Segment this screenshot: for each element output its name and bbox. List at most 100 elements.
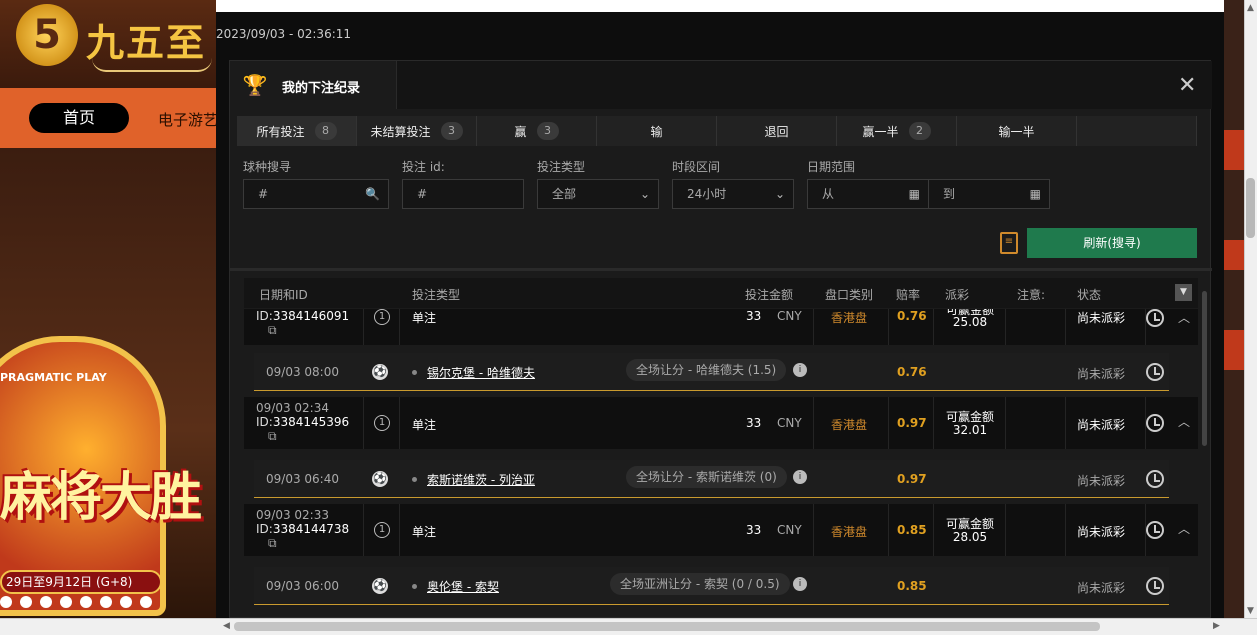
leg-selection: 全场让分 - 哈维德夫 (1.5): [626, 359, 787, 381]
bet-type-label: 投注类型: [537, 160, 586, 174]
page-vertical-scrollbar[interactable]: [1244, 0, 1257, 618]
clipboard-icon[interactable]: ≡: [1000, 232, 1018, 254]
bet-odds: 0.85: [897, 523, 927, 537]
bet-type-select[interactable]: 全部 ⌄: [537, 179, 659, 209]
leg-selection: 全场亚洲让分 - 索契 (0 / 0.5): [610, 573, 790, 595]
leg-selection: 全场让分 - 索斯诺维茨 (0): [626, 466, 787, 488]
search-icon[interactable]: 🔍: [365, 180, 380, 208]
col-date-id: 日期和ID: [259, 288, 308, 302]
date-from-placeholder: 从: [822, 187, 835, 201]
bet-id-input[interactable]: #: [402, 179, 524, 209]
leg-odds: 0.76: [897, 365, 927, 379]
table-row[interactable]: ID:3384146091 ⧉ 1 单注 33 CNY 香港盘 0.76 可赢金…: [244, 309, 1198, 345]
panel-title-tab: 🏆 我的下注纪录: [230, 61, 397, 109]
chevron-up-icon[interactable]: ︿: [1178, 309, 1190, 326]
bet-id-prefix: ID:: [256, 522, 273, 536]
tab-count-badge: 8: [314, 122, 337, 140]
table-row[interactable]: 09/03 02:33 ID:3384144738 ⧉ 1 单注 33 CNY …: [244, 504, 1198, 556]
tab-lose[interactable]: 输: [597, 116, 717, 146]
leg-odds: 0.85: [897, 579, 927, 593]
tab-half-lose[interactable]: 输一半: [957, 116, 1077, 146]
tab-half-win[interactable]: 赢一半 2: [837, 116, 957, 146]
bet-currency: CNY: [777, 309, 802, 323]
server-timestamp: 2023/09/03 - 02:36:11: [216, 27, 352, 41]
leg-match-link[interactable]: 锡尔克堡 - 哈维德夫: [427, 364, 535, 381]
nav-games-link[interactable]: 电子游艺: [158, 109, 218, 130]
bet-id-value: 3384145396: [272, 415, 350, 429]
clock-icon: [1146, 309, 1164, 327]
scroll-down-arrow-icon[interactable]: ▼: [1247, 606, 1254, 616]
tab-all-bets[interactable]: 所有投注 8: [237, 116, 357, 146]
bet-currency: CNY: [777, 523, 802, 537]
scroll-left-arrow-icon[interactable]: ◀: [223, 621, 230, 631]
period-select[interactable]: 24小时 ⌄: [672, 179, 794, 209]
date-to-input[interactable]: 到 ▦: [928, 179, 1050, 209]
copy-icon[interactable]: ⧉: [268, 429, 277, 444]
bet-type: 单注: [412, 311, 437, 325]
leg-odds: 0.97: [897, 472, 927, 486]
leg-match-link[interactable]: 奥伦堡 - 索契: [427, 578, 499, 595]
bet-record-panel: 🏆 我的下注纪录 ✕ 所有投注 8 未结算投注 3 赢3 输 退回 赢一半 2 输一半…: [229, 60, 1212, 618]
col-bet-type: 投注类型: [412, 288, 461, 302]
soccer-ball-icon: ⚽: [372, 364, 388, 380]
bet-amount: 33: [746, 309, 762, 323]
clock-icon: [1146, 577, 1164, 595]
tab-label: 赢: [514, 124, 527, 139]
info-icon[interactable]: i: [793, 470, 807, 484]
bet-id-value: #: [417, 187, 428, 201]
info-icon[interactable]: i: [793, 577, 807, 591]
page-vertical-scroll-thumb[interactable]: [1246, 178, 1255, 238]
clock-icon: [1146, 414, 1164, 432]
col-market: 盘口类别: [825, 288, 874, 302]
calendar-icon[interactable]: ▦: [909, 180, 920, 208]
carousel-dots[interactable]: [0, 596, 152, 608]
trophy-icon: 🏆: [242, 73, 268, 97]
col-note: 注意:: [1017, 288, 1046, 302]
bet-leg-row[interactable]: 09/03 06:40 ⚽ 索斯诺维茨 - 列治亚 全场让分 - 索斯诺维茨 (…: [254, 460, 1169, 498]
calendar-icon[interactable]: ▦: [1030, 180, 1041, 208]
nav-home-link[interactable]: 首页: [29, 103, 129, 133]
bet-type: 单注: [412, 418, 437, 432]
scroll-right-arrow-icon[interactable]: ▶: [1213, 621, 1220, 631]
table-scroll-thumb[interactable]: [1202, 291, 1207, 446]
col-amount: 投注金额: [745, 288, 794, 302]
date-from-input[interactable]: 从 ▦: [807, 179, 929, 209]
result-tabs: 所有投注 8 未结算投注 3 赢3 输 退回 赢一半 2 输一半: [237, 116, 1197, 146]
payout-value: 32.01: [952, 423, 988, 437]
col-status: 状态: [1077, 288, 1102, 302]
refresh-search-button[interactable]: 刷新(搜寻): [1027, 228, 1197, 258]
close-icon[interactable]: ✕: [1178, 73, 1196, 98]
page-horizontal-scroll-thumb[interactable]: [234, 622, 1100, 631]
tab-label: 输一半: [998, 124, 1035, 139]
info-icon[interactable]: i: [793, 363, 807, 377]
tab-refund[interactable]: 退回: [717, 116, 837, 146]
tab-label: 输: [650, 124, 663, 139]
table-row[interactable]: 09/03 02:34 ID:3384145396 ⧉ 1 单注 33 CNY …: [244, 397, 1198, 449]
bet-id-prefix: ID:: [256, 309, 273, 323]
col-payout: 派彩: [945, 288, 970, 302]
copy-icon[interactable]: ⧉: [268, 536, 277, 551]
expand-all-toggle-icon[interactable]: ▼: [1175, 284, 1192, 301]
tab-win[interactable]: 赢3: [477, 116, 597, 146]
payout-value: 25.08: [952, 315, 988, 329]
tab-label: 退回: [764, 124, 789, 139]
clock-icon: [1146, 521, 1164, 539]
leg-match-link[interactable]: 索斯诺维茨 - 列治亚: [427, 471, 535, 488]
tab-unsettled[interactable]: 未结算投注 3: [357, 116, 477, 146]
site-logo-icon[interactable]: 5: [16, 4, 78, 66]
bet-status: 尚未派彩: [1077, 525, 1126, 539]
bet-leg-row[interactable]: 09/03 06:00 ⚽ 奥伦堡 - 索契 全场亚洲让分 - 索契 (0 / …: [254, 567, 1169, 605]
bet-leg-row[interactable]: 09/03 08:00 ⚽ 锡尔克堡 - 哈维德夫 全场让分 - 哈维德夫 (1…: [254, 353, 1169, 391]
leg-datetime: 09/03 06:00: [266, 579, 339, 593]
copy-icon[interactable]: ⧉: [268, 323, 277, 338]
ball-search-input[interactable]: # 🔍: [243, 179, 389, 209]
logo-ornament: [92, 58, 212, 72]
bullet: [412, 584, 417, 589]
bet-currency: CNY: [777, 416, 802, 430]
scroll-up-arrow-icon[interactable]: ▲: [1247, 3, 1254, 13]
table-header: 日期和ID 投注类型 投注金额 盘口类别 赔率 派彩 注意: 状态 ▼: [244, 278, 1198, 308]
bullet: [412, 477, 417, 482]
chevron-up-icon[interactable]: ︿: [1178, 520, 1190, 537]
chevron-up-icon[interactable]: ︿: [1178, 413, 1190, 430]
date-range-label: 日期范围: [807, 160, 856, 174]
